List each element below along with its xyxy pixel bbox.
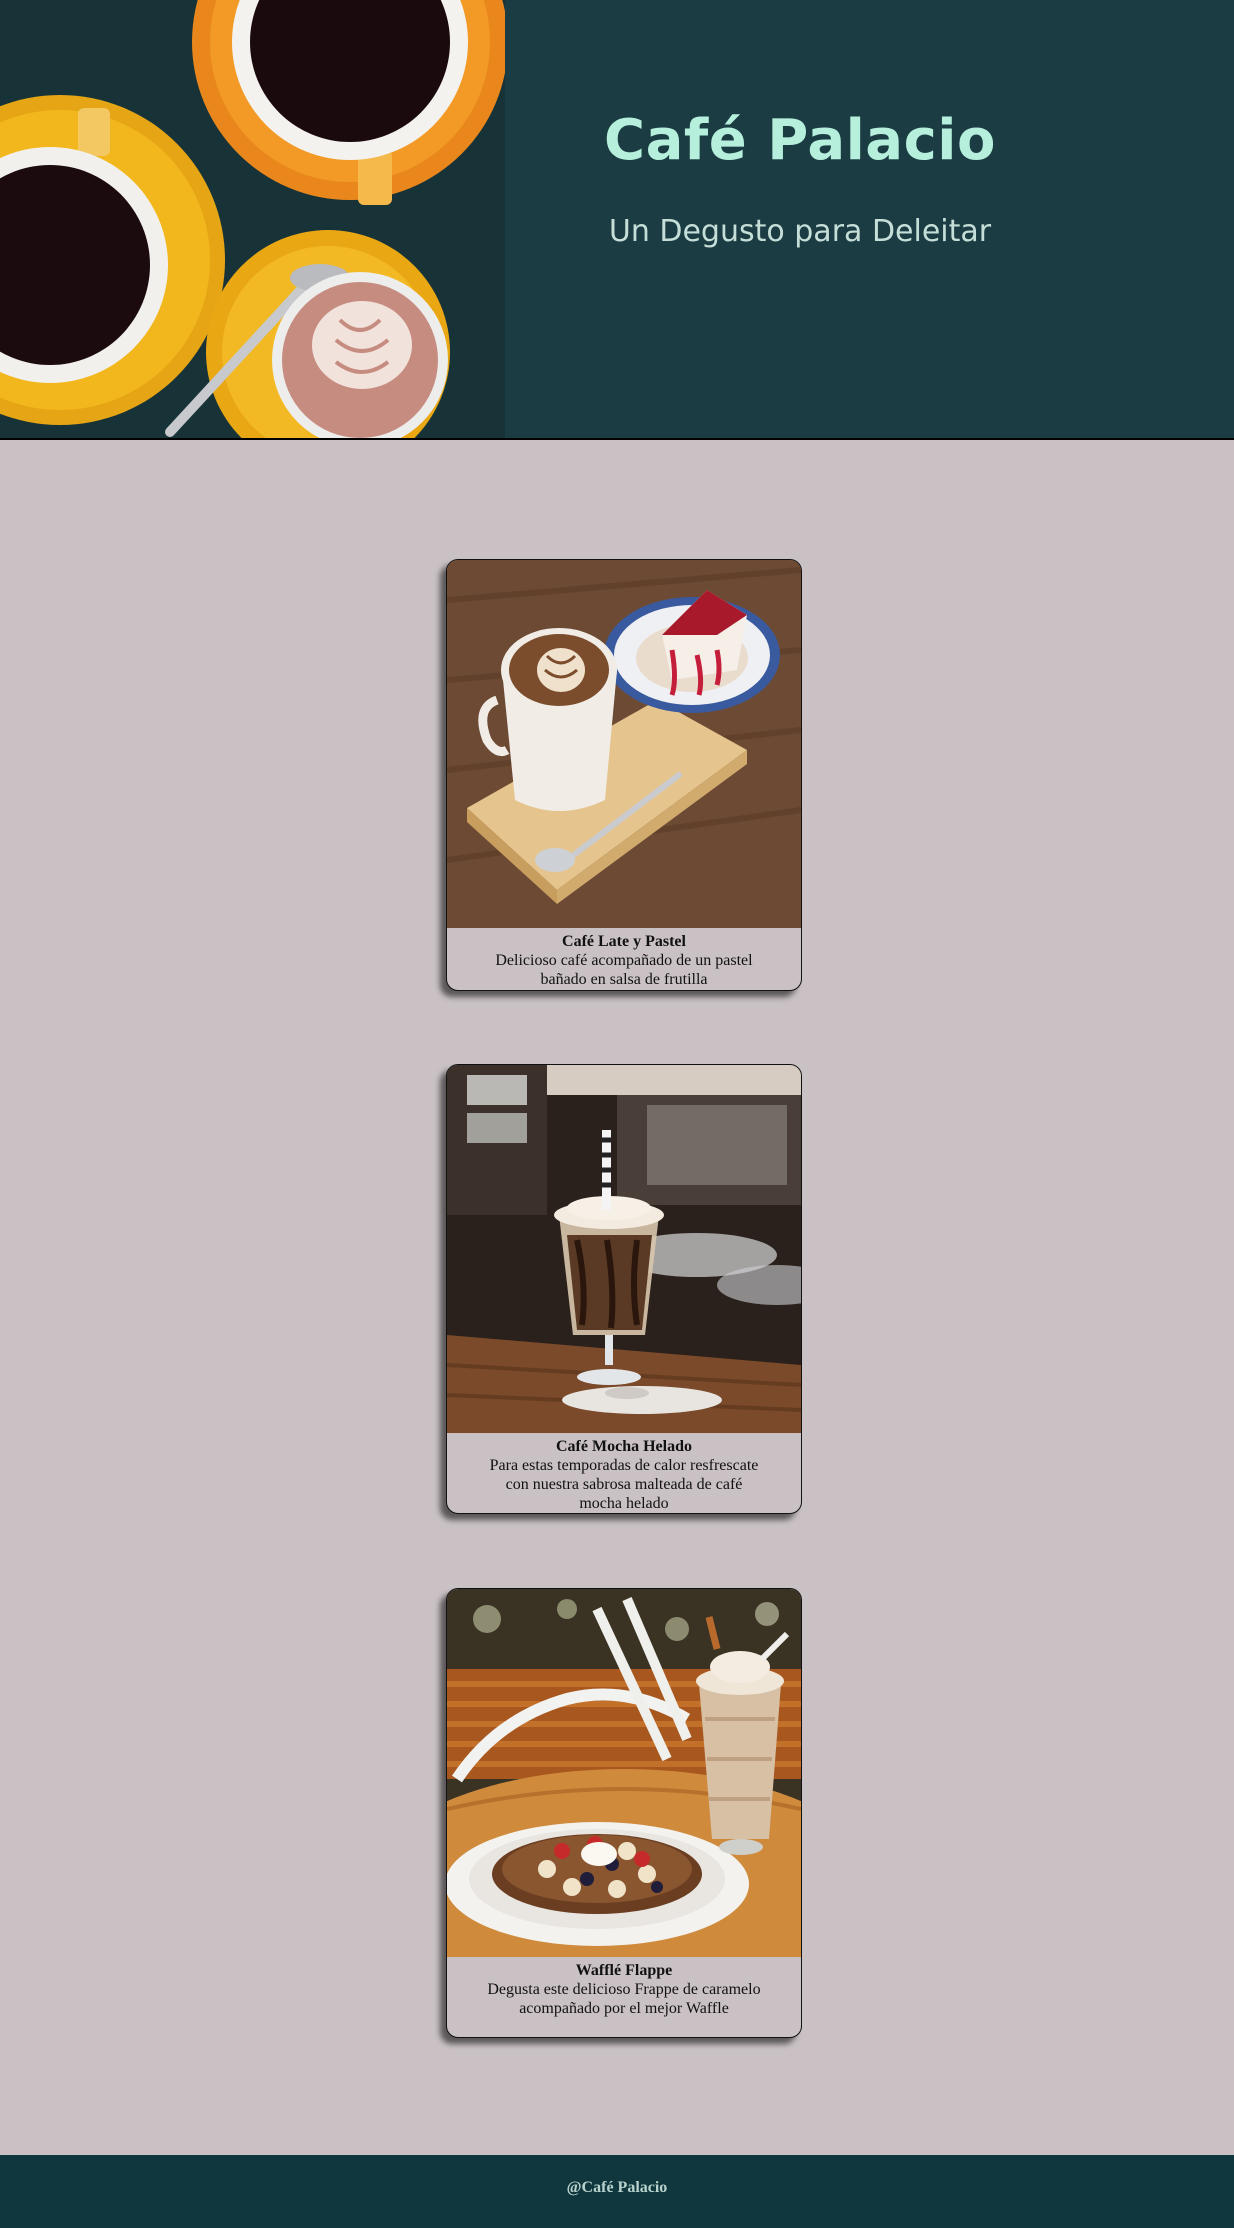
card-body: Wafflé Flappe Degusta este delicioso Fra…	[447, 1957, 801, 2018]
coffee-cups-image	[0, 0, 505, 438]
card-title: Wafflé Flappe	[575, 1962, 673, 1979]
menu-card[interactable]: Wafflé Flappe Degusta este delicioso Fra…	[446, 1588, 802, 2038]
card-body: Café Mocha Helado Para estas temporadas …	[447, 1433, 801, 1513]
card-description: Degusta este delicioso Frappe de caramel…	[487, 1981, 761, 2017]
card-title: Café Late y Pastel	[562, 933, 686, 950]
mocha-frappe-image	[447, 1065, 801, 1433]
menu-card[interactable]: Café Mocha Helado Para estas temporadas …	[446, 1064, 802, 1514]
footer-credit: @Café Palacio	[566, 2179, 668, 2196]
latte-and-cake-image	[447, 560, 801, 928]
site-header: Café Palacio Un Degusto para Deleitar	[0, 0, 1234, 440]
card-body: Café Late y Pastel Delicioso café acompa…	[447, 928, 801, 989]
waffle-and-frappe-image	[447, 1589, 801, 1957]
card-description: Para estas temporadas de calor resfresca…	[489, 1457, 759, 1512]
card-title: Café Mocha Helado	[556, 1438, 692, 1455]
card-description: Delicioso café acompañado de un pastel b…	[495, 952, 753, 988]
site-footer: @Café Palacio	[0, 2155, 1234, 2228]
site-title: Café Palacio	[604, 108, 996, 173]
site-tagline: Un Degusto para Deleitar	[608, 214, 992, 249]
menu-card[interactable]: Café Late y Pastel Delicioso café acompa…	[446, 559, 802, 991]
